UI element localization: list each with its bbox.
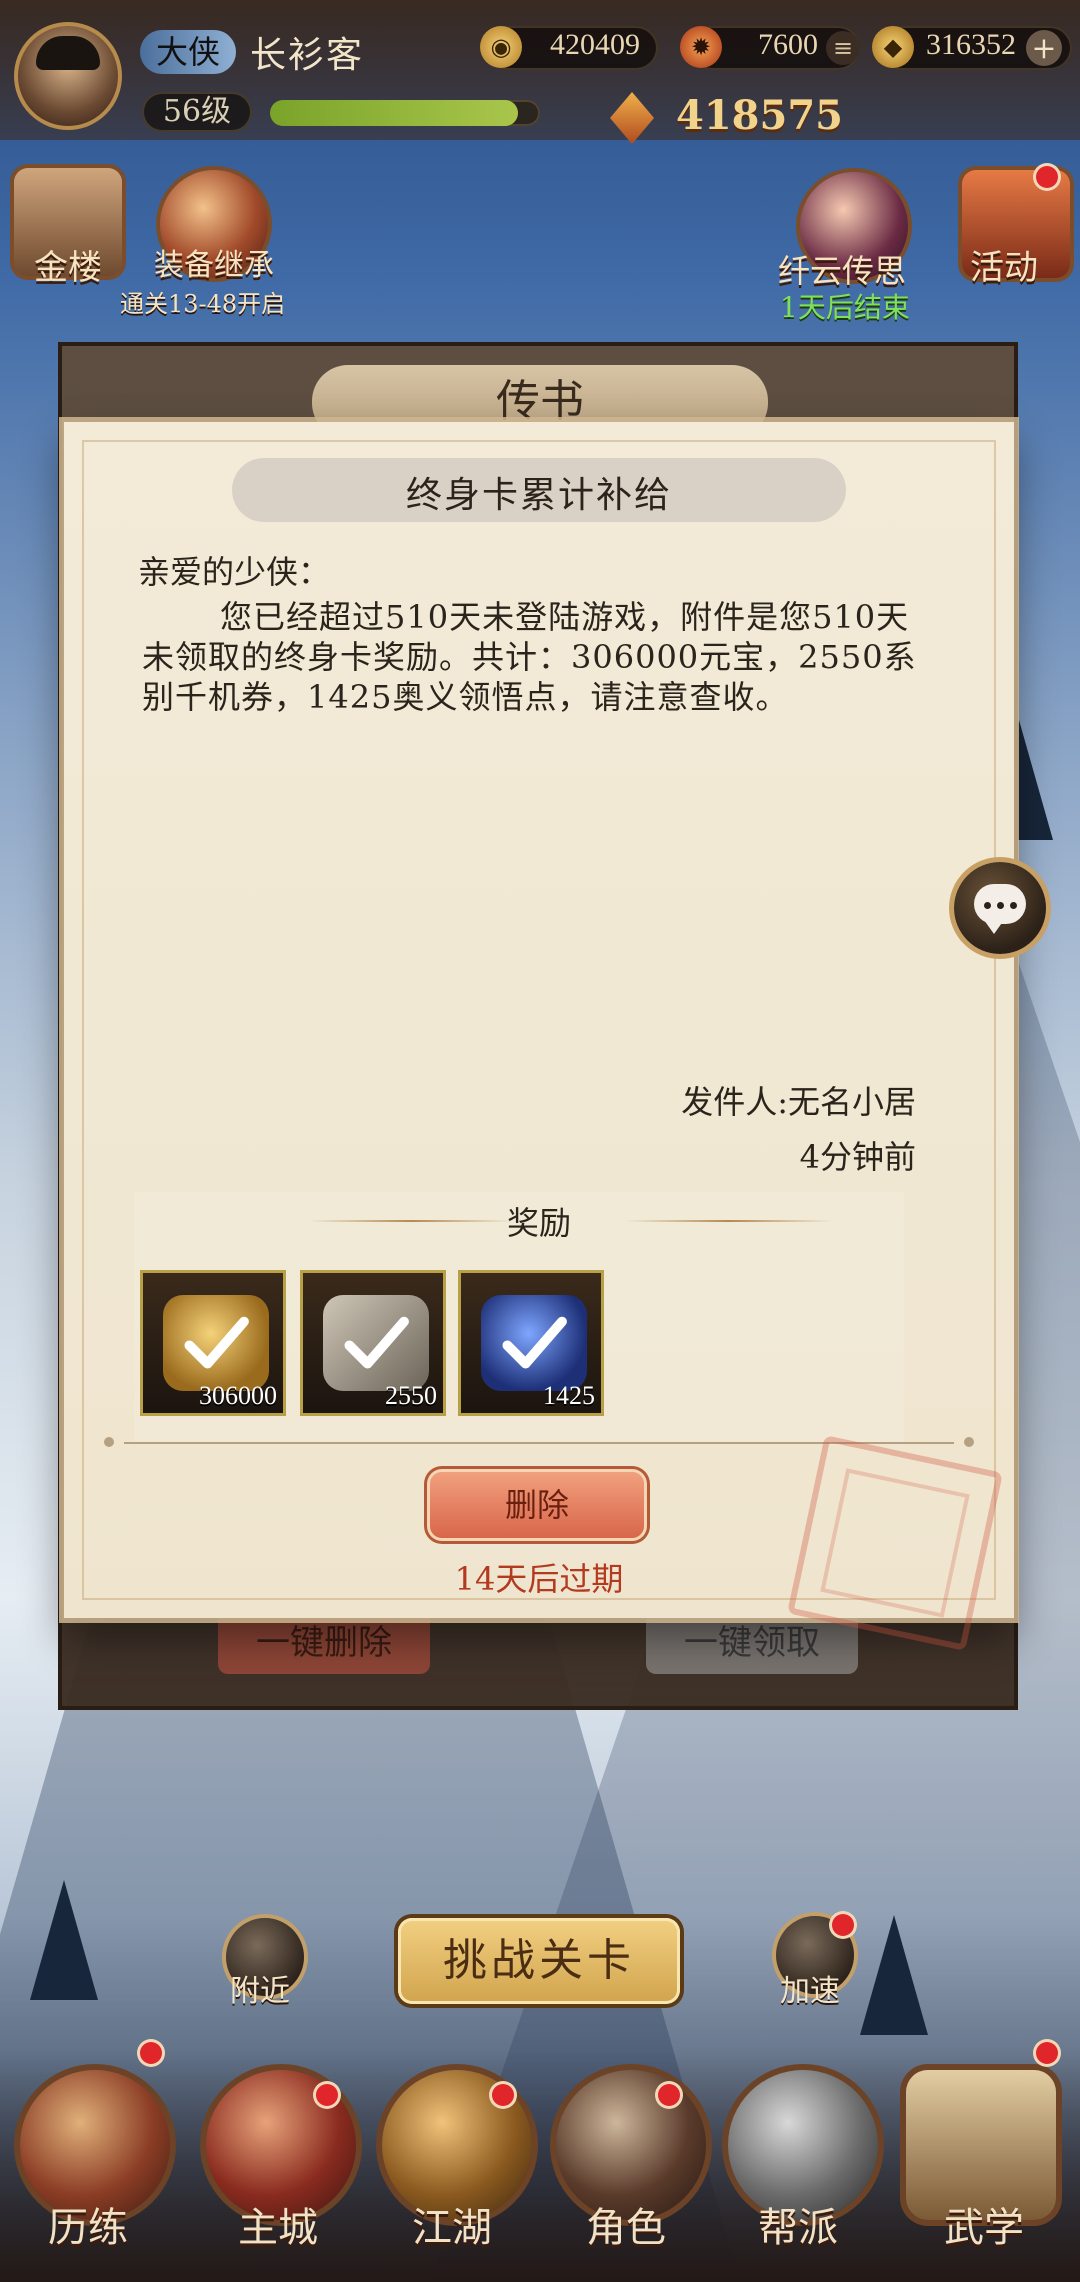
reward-item[interactable]: 2550 [300,1270,446,1416]
notification-dot [1036,2042,1058,2064]
delete-all-button[interactable]: 一键删除 [218,1612,430,1674]
reward-title: 奖励 [506,1204,571,1242]
ingot-count: 316352 [926,28,1016,61]
nav-guild-label: 帮派 [758,2205,838,2251]
red-seal-stamp [787,1435,1003,1651]
notification-dot [658,2084,680,2106]
nav-martial-label: 武学 [944,2205,1024,2251]
coin-icon: ◉ [480,26,522,68]
divider-dot [104,1437,114,1447]
gold-tower-label: 金楼 [34,248,102,288]
equip-inherit-unlock-note: 通关13-48开启 [120,290,286,318]
notification-dot [140,2042,162,2064]
combat-power: 418575 [676,92,843,139]
add-ingot-icon[interactable]: + [1026,30,1062,66]
notification-dot [316,2084,338,2106]
experience-bar-fill [270,100,519,126]
letter-body: 您已经超过510天未登陆游戏，附件是您510天未领取的终身卡奖励。共计：3060… [142,598,917,716]
nav-character-label: 角色 [586,2205,666,2251]
event-countdown: 1天后结束 [780,291,910,324]
activity-label: 活动 [970,248,1038,288]
challenge-stage-button[interactable]: 挑战关卡 [398,1918,680,2004]
letter-greeting: 亲爱的少侠： [138,553,331,591]
reward-item[interactable]: 1425 [458,1270,604,1416]
notification-dot [1036,166,1058,188]
reward-count: 2550 [385,1381,437,1410]
notification-dot [832,1914,854,1936]
stamina-icon: ✹ [680,26,722,68]
check-icon [502,1316,567,1369]
coin-count: 420409 [550,28,640,61]
stamina-count: 7600 [758,28,818,61]
pine-tree [30,1880,98,2000]
notification-dot [492,2084,514,2106]
delete-button[interactable]: 删除 [430,1472,644,1538]
reward-count: 1425 [543,1381,595,1410]
ingot-icon: ◆ [872,26,914,68]
nav-training-label: 历练 [48,2205,128,2251]
player-name: 长衫客 [250,35,365,76]
reward-count: 306000 [199,1381,277,1410]
check-icon [344,1316,409,1369]
avatar[interactable] [14,22,122,130]
pine-tree [860,1915,928,2035]
nav-city-label: 主城 [238,2205,318,2251]
letter-dialog: 终身卡累计补给 亲爱的少侠： 您已经超过510天未登陆游戏，附件是您510天未领… [64,422,1014,1651]
level-badge: 56级 [142,92,252,132]
experience-bar [270,100,540,126]
letter-time: 4分钟前 [799,1138,916,1176]
reward-item[interactable]: 306000 [140,1270,286,1416]
letter-title: 终身卡累计补给 [405,475,672,516]
letter-sender: 发件人:无名小居 [681,1083,916,1121]
speedup-label: 加速 [780,1974,840,2009]
divider-dot [964,1437,974,1447]
chat-icon [974,884,1026,934]
player-rank-badge: 大侠 [140,30,236,74]
nearby-label: 附近 [230,1974,290,2009]
equip-inherit-label: 装备继承 [154,248,274,283]
stamina-add-icon[interactable]: ≡ [826,31,860,65]
check-icon [184,1316,249,1369]
chat-button[interactable] [954,862,1046,954]
nav-jianghu-label: 江湖 [412,2205,492,2251]
